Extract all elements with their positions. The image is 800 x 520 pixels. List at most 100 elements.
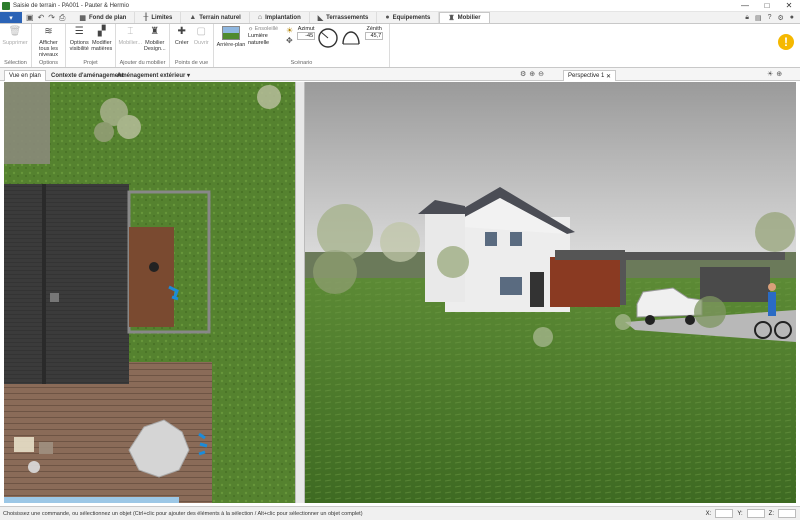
edit-materials-button[interactable]: ▞ Modifier matières bbox=[91, 26, 114, 53]
zenith-input[interactable]: 45,7 bbox=[365, 32, 384, 40]
zoom-out-icon[interactable]: ⊖ bbox=[538, 70, 544, 78]
quick-access: ▣ ↶ ↷ ⎙ bbox=[26, 12, 65, 23]
ribbon-tab-bar: ▾ ▣ ↶ ↷ ⎙ ▦ Fond de plan ╫ Limites ▲ Terrai… bbox=[0, 12, 800, 24]
info-icon[interactable]: ● bbox=[790, 14, 794, 21]
excavator-icon: ◣ bbox=[317, 14, 324, 22]
azimuth-input[interactable]: -45 bbox=[297, 32, 316, 40]
sun-move-icon[interactable]: ☀ bbox=[286, 26, 293, 35]
sofa-icon: ⌶ bbox=[127, 26, 134, 37]
natural-light-dropdown[interactable]: Lumière naturelle bbox=[248, 33, 284, 47]
plan-view[interactable] bbox=[4, 82, 295, 503]
group-label: Options bbox=[39, 60, 58, 66]
y-coord-field[interactable] bbox=[746, 509, 765, 518]
armchair-icon: ♜ bbox=[150, 26, 160, 37]
group-label: Projet bbox=[83, 60, 98, 66]
trash-icon: 🗑︎ bbox=[8, 26, 22, 37]
open-viewpoint-button[interactable]: ▢ Ouvrir bbox=[192, 26, 212, 47]
chair-icon: ♜ bbox=[448, 15, 455, 22]
left-view-tools: ⚙︎ ⊕ ⊖ bbox=[520, 70, 544, 78]
right-view-tools: ☀ ⊕ bbox=[767, 70, 782, 78]
status-message: Choisissez une commande, ou sélectionnez… bbox=[3, 510, 363, 517]
group-selection: 🗑︎ Supprimer Sélection bbox=[0, 24, 32, 67]
tab-implantation[interactable]: ⌂ Implantation bbox=[250, 12, 310, 23]
fence-icon: ╫ bbox=[143, 14, 149, 21]
mountain-icon: ▲ bbox=[189, 14, 197, 21]
redo-icon[interactable]: ↷ bbox=[48, 13, 55, 22]
group-points-de-vue: ✚ Créer ▢ Ouvrir Points de vue bbox=[170, 24, 214, 67]
delete-button[interactable]: 🗑︎ Supprimer bbox=[2, 26, 28, 47]
group-mobilier: ⌶ Mobilier... ♜ Mobilier Design... Ajouter… bbox=[116, 24, 170, 67]
warning-icon[interactable]: ! bbox=[778, 34, 794, 50]
tab-limites[interactable]: ╫ Limites bbox=[135, 12, 182, 23]
create-viewpoint-button[interactable]: ✚ Créer bbox=[172, 26, 192, 47]
group-label: Sélection bbox=[4, 60, 27, 66]
background-button[interactable]: Arrière-plan bbox=[216, 26, 246, 48]
group-label: Ajouter du mobilier bbox=[119, 60, 166, 66]
close-tab-icon[interactable]: ▾ bbox=[187, 72, 190, 79]
lock-icon[interactable]: 🔒︎ bbox=[745, 14, 749, 22]
window-controls: — □ ✕ bbox=[734, 0, 800, 12]
camera-icon: ✚ bbox=[177, 26, 186, 37]
azimuth-dial[interactable] bbox=[317, 26, 339, 50]
close-button[interactable]: ✕ bbox=[778, 0, 800, 12]
x-coord-field[interactable] bbox=[715, 509, 734, 518]
view-splitter[interactable] bbox=[295, 82, 305, 503]
sunny-option[interactable]: ☼ Ensoleillé bbox=[248, 26, 284, 33]
map-icon: ▦ bbox=[79, 14, 86, 22]
sun-position-tools: ☀ ✥ bbox=[286, 26, 293, 45]
group-label: Scénario bbox=[290, 60, 313, 66]
zoom-in-icon[interactable]: ⊕ bbox=[529, 70, 535, 78]
zenith-dial[interactable] bbox=[340, 26, 362, 50]
zoom-icon[interactable]: ⊕ bbox=[776, 70, 782, 78]
light-options: ☼ Ensoleillé Lumière naturelle bbox=[248, 26, 284, 47]
status-bar: Choisissez une commande, ou sélectionnez… bbox=[0, 506, 800, 520]
save-icon[interactable]: ▣ bbox=[26, 13, 34, 22]
show-all-levels-button[interactable]: ≋ Afficher tous les niveaux bbox=[34, 26, 63, 59]
compass-icon[interactable]: ✥ bbox=[286, 36, 293, 45]
palette-icon: ▞ bbox=[97, 26, 106, 37]
settings-icon[interactable]: ⚙︎ bbox=[520, 70, 526, 78]
print-icon[interactable]: ⎙ bbox=[59, 13, 65, 23]
minimize-button[interactable]: — bbox=[734, 0, 756, 12]
settings-icon[interactable]: ⚙︎ bbox=[777, 14, 783, 22]
coordinates: X: Y: Z: bbox=[706, 509, 800, 518]
document-tab-bar: Vue en plan Contexte d'aménagement Aména… bbox=[0, 68, 800, 81]
maximize-button[interactable]: □ bbox=[756, 0, 778, 12]
file-menu-button[interactable]: ▾ bbox=[0, 12, 22, 23]
furniture-button[interactable]: ⌶ Mobilier... bbox=[118, 26, 143, 47]
design-furniture-button[interactable]: ♜ Mobilier Design... bbox=[143, 26, 168, 53]
window-title: Saisie de terrain - PA001 - Pauter & Her… bbox=[13, 2, 129, 9]
print-preview-icon[interactable]: ▤ bbox=[755, 14, 762, 22]
folder-icon: ▢ bbox=[196, 26, 206, 37]
group-scenario: Arrière-plan ☼ Ensoleillé Lumière nature… bbox=[214, 24, 390, 67]
perspective-view[interactable] bbox=[305, 82, 796, 503]
tab-equipements[interactable]: ● Equipements bbox=[377, 12, 440, 23]
sun-icon: ☼ bbox=[248, 26, 254, 32]
azimuth-control: Azimut -45 bbox=[297, 26, 316, 40]
ribbon: 🗑︎ Supprimer Sélection ≋ Afficher tous les… bbox=[0, 24, 800, 68]
tab-plan-view[interactable]: Vue en plan bbox=[4, 70, 46, 81]
group-label: Points de vue bbox=[174, 60, 209, 66]
group-options: ≋ Afficher tous les niveaux Options bbox=[32, 24, 66, 67]
layers-icon: ≋ bbox=[44, 26, 53, 37]
tab-terrassements[interactable]: ◣ Terrassements bbox=[310, 12, 378, 23]
tab-terrain-naturel[interactable]: ▲ Terrain naturel bbox=[181, 12, 250, 23]
house-icon: ⌂ bbox=[257, 14, 263, 21]
tab-exterior-layout[interactable]: Aménagement extérieur ▾ bbox=[114, 70, 193, 81]
ribbon-right-tools: 🔒︎ ▤ ? ⚙︎ ● bbox=[745, 12, 800, 23]
group-projet: ☰ Options visibilité ▞ Modifier matières P… bbox=[66, 24, 116, 67]
list-icon: ☰ bbox=[74, 26, 84, 37]
help-icon[interactable]: ? bbox=[768, 14, 772, 21]
tab-fond-de-plan[interactable]: ▦ Fond de plan bbox=[71, 12, 136, 23]
z-coord-field[interactable] bbox=[778, 509, 796, 518]
sun-settings-icon[interactable]: ☀ bbox=[767, 70, 773, 78]
tab-perspective-1[interactable]: Perspective 1 ✕ bbox=[563, 70, 617, 81]
zenith-control: Zénith 45,7 bbox=[365, 26, 384, 40]
close-icon[interactable]: ✕ bbox=[606, 73, 611, 80]
pin-icon: ● bbox=[385, 14, 390, 21]
tab-mobilier[interactable]: ♜ Mobilier bbox=[439, 12, 490, 23]
landscape-icon bbox=[222, 26, 240, 40]
undo-icon[interactable]: ↶ bbox=[38, 13, 45, 22]
visibility-options-button[interactable]: ☰ Options visibilité bbox=[68, 26, 91, 53]
app-icon bbox=[2, 1, 10, 10]
